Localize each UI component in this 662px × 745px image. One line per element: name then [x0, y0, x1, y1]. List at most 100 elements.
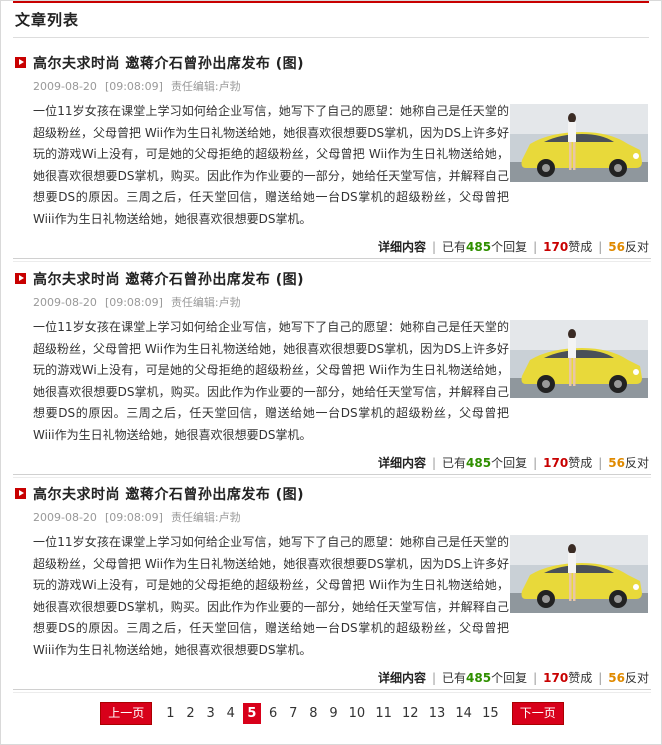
divider [13, 692, 651, 693]
article-thumbnail[interactable] [510, 320, 648, 398]
replies-number: 485 [466, 456, 492, 470]
page-link[interactable]: 9 [326, 703, 342, 724]
likes-number: 170 [543, 456, 569, 470]
separator: | [431, 671, 437, 685]
article-editor: 责任编辑:卢勃 [170, 296, 241, 309]
yellow-car-photo-icon [510, 104, 648, 182]
replies-count[interactable]: 已有485个回复 [442, 240, 527, 254]
page-link[interactable]: 2 [183, 703, 199, 724]
divider [13, 258, 651, 259]
dislike-button[interactable]: 56反对 [608, 456, 649, 470]
replies-prefix: 已有 [442, 671, 467, 685]
page-link[interactable]: 4 [223, 703, 239, 724]
dislikes-label: 反对 [624, 456, 649, 470]
replies-suffix: 个回复 [491, 456, 528, 470]
next-page-button[interactable]: 下一页 [511, 702, 564, 725]
article-actions: 详细内容 | 已有485个回复 | 170赞成 | 56反对 [378, 238, 649, 255]
article-meta: 2009-08-20 [09:08:09] 责任编辑:卢勃 [33, 294, 249, 310]
detail-link[interactable]: 详细内容 [378, 240, 426, 254]
separator: | [431, 240, 437, 254]
article-body: 一位11岁女孩在课堂上学习如何给企业写信，她写下了自己的愿望：她称自己是任天堂的… [33, 104, 509, 226]
page-link[interactable]: 14 [452, 703, 475, 724]
replies-prefix: 已有 [442, 240, 467, 254]
divider [13, 261, 651, 262]
page-link[interactable]: 3 [203, 703, 219, 724]
article-body: 一位11岁女孩在课堂上学习如何给企业写信，她写下了自己的愿望：她称自己是任天堂的… [33, 320, 509, 442]
likes-label: 赞成 [568, 240, 593, 254]
dislike-button[interactable]: 56反对 [608, 671, 649, 685]
page-link[interactable]: 10 [346, 703, 369, 724]
page-link[interactable]: 15 [479, 703, 502, 724]
dislikes-number: 56 [608, 671, 625, 685]
yellow-car-photo-icon [510, 535, 648, 613]
page-link[interactable]: 11 [372, 703, 395, 724]
article-date: 2009-08-20 [33, 511, 97, 524]
likes-label: 赞成 [568, 671, 593, 685]
article-title[interactable]: 高尔夫求时尚 邀蒋介石曾孙出席发布 (图) [33, 53, 304, 73]
section-header: 文章列表 [13, 1, 649, 38]
page-link[interactable]: 7 [285, 703, 301, 724]
article-editor: 责任编辑:卢勃 [170, 80, 241, 93]
article-actions: 详细内容 | 已有485个回复 | 170赞成 | 56反对 [378, 669, 649, 686]
like-button[interactable]: 170赞成 [543, 240, 592, 254]
article-date: 2009-08-20 [33, 80, 97, 93]
replies-suffix: 个回复 [491, 671, 528, 685]
prev-page-button[interactable]: 上一页 [100, 702, 153, 725]
separator: | [431, 456, 437, 470]
article-actions: 详细内容 | 已有485个回复 | 170赞成 | 56反对 [378, 454, 649, 471]
article-time: [09:08:09] [104, 511, 163, 524]
like-button[interactable]: 170赞成 [543, 456, 592, 470]
article-meta: 2009-08-20 [09:08:09] 责任编辑:卢勃 [33, 78, 249, 94]
page-frame: 文章列表 高尔夫求时尚 邀蒋介石曾孙出席发布 (图) 2009-08-20 [09… [0, 0, 662, 745]
play-square-icon [15, 57, 26, 68]
replies-prefix: 已有 [442, 456, 467, 470]
separator: | [533, 240, 538, 254]
replies-count[interactable]: 已有485个回复 [442, 671, 527, 685]
article-thumbnail[interactable] [510, 535, 648, 613]
article-title[interactable]: 高尔夫求时尚 邀蒋介石曾孙出席发布 (图) [33, 484, 304, 504]
section-title: 文章列表 [15, 11, 80, 29]
likes-label: 赞成 [568, 456, 593, 470]
article-time: [09:08:09] [104, 80, 163, 93]
page-link[interactable]: 1 [162, 703, 178, 724]
divider [13, 689, 651, 690]
page-link[interactable]: 12 [399, 703, 422, 724]
article-date: 2009-08-20 [33, 296, 97, 309]
divider [13, 474, 651, 475]
separator: | [533, 671, 538, 685]
detail-link[interactable]: 详细内容 [378, 456, 426, 470]
page-link[interactable]: 8 [305, 703, 321, 724]
like-button[interactable]: 170赞成 [543, 671, 592, 685]
separator: | [598, 240, 603, 254]
play-square-icon [15, 488, 26, 499]
dislikes-number: 56 [608, 456, 625, 470]
article-item: 高尔夫求时尚 邀蒋介石曾孙出席发布 (图) 2009-08-20 [09:08:0… [13, 263, 651, 478]
article-editor: 责任编辑:卢勃 [170, 511, 241, 524]
separator: | [598, 671, 603, 685]
separator: | [598, 456, 603, 470]
pagination: 上一页 1 2 3 4 5 6 7 8 9 10 11 12 13 14 15 … [1, 702, 662, 725]
article-item: 高尔夫求时尚 邀蒋介石曾孙出席发布 (图) 2009-08-20 [09:08:0… [13, 478, 651, 693]
replies-suffix: 个回复 [491, 240, 528, 254]
article-time: [09:08:09] [104, 296, 163, 309]
dislike-button[interactable]: 56反对 [608, 240, 649, 254]
dislikes-label: 反对 [624, 240, 649, 254]
replies-number: 485 [466, 240, 492, 254]
article-thumbnail[interactable] [510, 104, 648, 182]
likes-number: 170 [543, 671, 569, 685]
replies-number: 485 [466, 671, 492, 685]
detail-link[interactable]: 详细内容 [378, 671, 426, 685]
yellow-car-photo-icon [510, 320, 648, 398]
page-link[interactable]: 13 [426, 703, 449, 724]
play-square-icon [15, 273, 26, 284]
article-body: 一位11岁女孩在课堂上学习如何给企业写信，她写下了自己的愿望：她称自己是任天堂的… [33, 535, 509, 657]
likes-number: 170 [543, 240, 569, 254]
article-title[interactable]: 高尔夫求时尚 邀蒋介石曾孙出席发布 (图) [33, 269, 304, 289]
page-link-current[interactable]: 5 [242, 703, 261, 724]
article-item: 高尔夫求时尚 邀蒋介石曾孙出席发布 (图) 2009-08-20 [09:08:0… [13, 47, 651, 262]
separator: | [533, 456, 538, 470]
dislikes-number: 56 [608, 240, 625, 254]
dislikes-label: 反对 [624, 671, 649, 685]
replies-count[interactable]: 已有485个回复 [442, 456, 527, 470]
page-link[interactable]: 6 [265, 703, 281, 724]
